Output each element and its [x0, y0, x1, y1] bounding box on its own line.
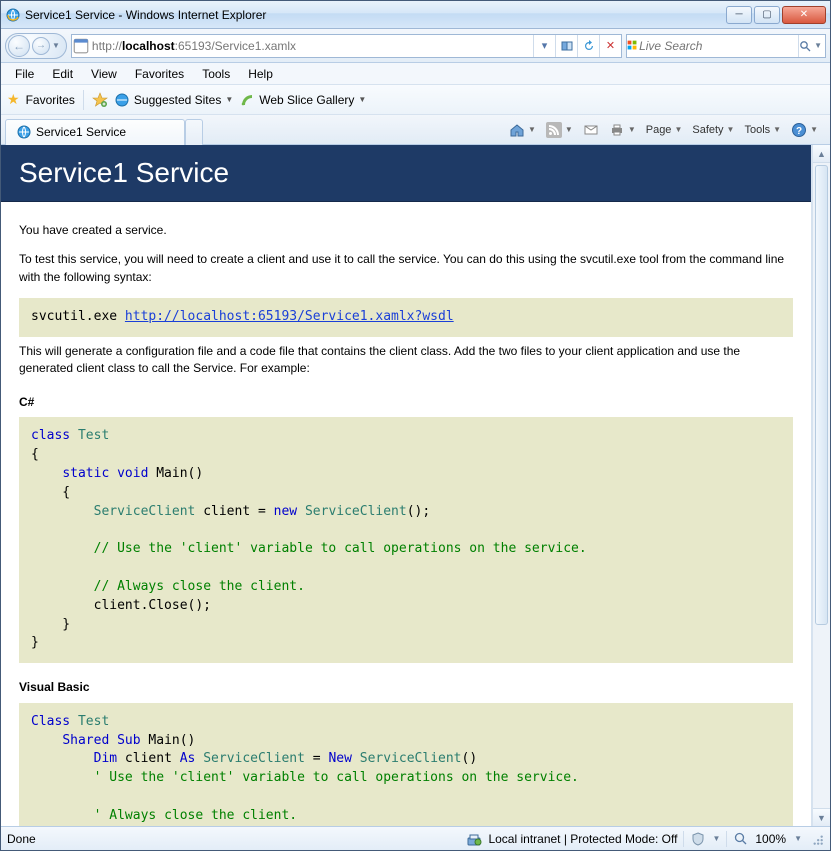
- stop-button[interactable]: ✕: [599, 35, 621, 57]
- window-title: Service1 Service - Windows Internet Expl…: [25, 8, 726, 22]
- tab-title: Service1 Service: [36, 125, 126, 139]
- zoom-dropdown[interactable]: ▼: [792, 834, 804, 843]
- intro-text-2: To test this service, you will need to c…: [19, 251, 793, 286]
- feeds-button[interactable]: ▼: [542, 120, 577, 140]
- help-button[interactable]: ?▼: [787, 120, 822, 140]
- scroll-down-arrow[interactable]: ▼: [813, 808, 830, 826]
- print-button[interactable]: ▼: [605, 120, 640, 140]
- zoom-level[interactable]: 100%: [755, 832, 786, 846]
- chevron-down-icon: ▼: [358, 95, 366, 104]
- csharp-code: class Test { static void Main() { Servic…: [19, 417, 793, 663]
- back-button[interactable]: ←: [8, 35, 30, 57]
- vertical-scrollbar[interactable]: ▲ ▼: [812, 145, 830, 826]
- minimize-button[interactable]: ─: [726, 6, 752, 24]
- csharp-label: C#: [19, 394, 793, 411]
- titlebar: Service1 Service - Windows Internet Expl…: [1, 1, 830, 29]
- vb-code: Class Test Shared Sub Main() Dim client …: [19, 703, 793, 826]
- maximize-button[interactable]: ▢: [754, 6, 780, 24]
- vb-label: Visual Basic: [19, 679, 793, 696]
- home-button[interactable]: ▼: [505, 120, 540, 140]
- status-bar: Done Local intranet | Protected Mode: Of…: [1, 826, 830, 850]
- back-forward-group: ← → ▼: [5, 33, 67, 59]
- menu-tools[interactable]: Tools: [194, 65, 238, 83]
- readmail-button[interactable]: [579, 120, 603, 140]
- tab-service1[interactable]: Service1 Service: [5, 119, 185, 145]
- add-fav-icon[interactable]: [92, 92, 108, 108]
- scroll-track[interactable]: [813, 627, 830, 808]
- search-button[interactable]: [798, 35, 811, 57]
- menu-favorites[interactable]: Favorites: [127, 65, 192, 83]
- favorites-bar: ★ Favorites Suggested Sites ▼ Web Slice …: [1, 85, 830, 115]
- suggested-sites-link[interactable]: Suggested Sites ▼: [114, 92, 233, 108]
- mail-icon: [583, 122, 599, 138]
- ie-icon: [16, 124, 32, 140]
- nav-row: ← → ▼ http://localhost:65193/Service1.xa…: [1, 29, 830, 63]
- status-text: Done: [7, 832, 36, 846]
- svcutil-command-box: svcutil.exe http://localhost:65193/Servi…: [19, 298, 793, 337]
- ie-icon: [114, 92, 130, 108]
- link-text: Suggested Sites: [134, 93, 221, 107]
- page-content[interactable]: Service1 Service You have created a serv…: [1, 145, 812, 826]
- tools-menu[interactable]: Tools▼: [740, 122, 785, 138]
- menu-bar: File Edit View Favorites Tools Help: [1, 63, 830, 85]
- new-tab-button[interactable]: [185, 119, 203, 145]
- search-input[interactable]: [637, 36, 798, 56]
- compat-view-button[interactable]: [555, 35, 577, 57]
- close-button[interactable]: ✕: [782, 6, 826, 24]
- menu-edit[interactable]: Edit: [44, 65, 81, 83]
- svcutil-cmd: svcutil.exe: [31, 309, 125, 324]
- favorites-label[interactable]: Favorites: [26, 93, 75, 107]
- scroll-thumb[interactable]: [815, 165, 828, 625]
- home-icon: [509, 122, 525, 138]
- url-prefix: http://: [90, 39, 122, 53]
- web-slice-link[interactable]: Web Slice Gallery ▼: [239, 92, 366, 108]
- page-menu[interactable]: Page▼: [642, 122, 687, 138]
- safety-menu[interactable]: Safety▼: [688, 122, 738, 138]
- printer-icon: [609, 122, 625, 138]
- protected-mode-dropdown[interactable]: ▼: [712, 834, 720, 843]
- zoom-icon: [733, 831, 749, 847]
- tab-command-row: Service1 Service ▼ ▼ ▼ Page▼ Safety▼ Too…: [1, 115, 830, 145]
- menu-help[interactable]: Help: [240, 65, 281, 83]
- ie-icon: [5, 7, 21, 23]
- menu-view[interactable]: View: [83, 65, 125, 83]
- help-icon: ?: [791, 122, 807, 138]
- menu-file[interactable]: File: [7, 65, 42, 83]
- wsdl-link[interactable]: http://localhost:65193/Service1.xamlx?ws…: [125, 309, 454, 324]
- scroll-up-arrow[interactable]: ▲: [813, 145, 830, 163]
- command-bar: ▼ ▼ ▼ Page▼ Safety▼ Tools▼ ?▼: [505, 120, 826, 140]
- intro-text-1: You have created a service.: [19, 222, 793, 239]
- addr-dropdown[interactable]: ▾: [533, 35, 555, 57]
- rss-icon: [546, 122, 562, 138]
- security-zone-text: Local intranet | Protected Mode: Off: [488, 832, 677, 846]
- window-buttons: ─ ▢ ✕: [726, 6, 826, 24]
- address-bar[interactable]: http://localhost:65193/Service1.xamlx ▾ …: [71, 34, 622, 58]
- url-host: localhost: [122, 39, 175, 53]
- recent-pages-dropdown[interactable]: ▼: [52, 41, 60, 50]
- protected-mode-icon[interactable]: [690, 831, 706, 847]
- chevron-down-icon: ▼: [225, 95, 233, 104]
- url-suffix: :65193/Service1.xamlx: [175, 39, 296, 53]
- svg-text:?: ?: [796, 126, 802, 137]
- page-title: Service1 Service: [1, 145, 811, 202]
- favorites-star-icon: ★: [7, 91, 20, 108]
- resize-grip-icon[interactable]: [810, 831, 824, 847]
- refresh-button[interactable]: [577, 35, 599, 57]
- page-icon: [72, 38, 90, 54]
- search-dropdown[interactable]: ▼: [811, 41, 825, 50]
- search-box[interactable]: ▼: [626, 34, 826, 58]
- zone-icon: [466, 831, 482, 847]
- forward-button[interactable]: →: [32, 37, 50, 55]
- search-provider-icon: [627, 38, 637, 54]
- link-text: Web Slice Gallery: [259, 93, 354, 107]
- webslice-icon: [239, 92, 255, 108]
- separator: [83, 90, 84, 110]
- after-link-text: This will generate a configuration file …: [19, 343, 793, 378]
